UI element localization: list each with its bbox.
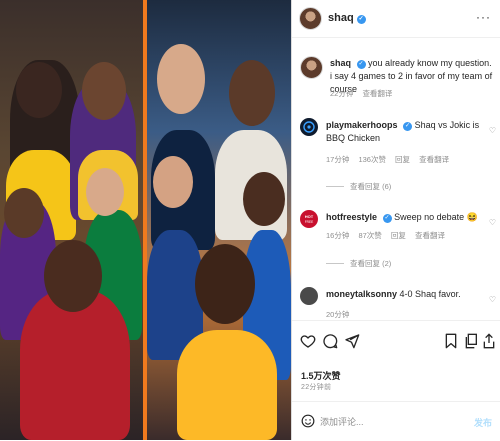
post-header: shaq ✓ ··· <box>292 0 500 38</box>
comment-translate-link[interactable]: 查看翻译 <box>415 231 445 240</box>
send-icon[interactable] <box>344 333 360 354</box>
commenter-avatar[interactable] <box>300 118 318 136</box>
view-replies-text[interactable]: 查看回复 (6) <box>350 182 391 191</box>
legends-team-artwork <box>0 0 143 440</box>
caption-translate-link[interactable]: 查看翻译 <box>362 89 392 98</box>
caption-meta: 22分钟 查看翻译 <box>330 88 399 99</box>
comment-time: 16分钟 <box>326 231 350 240</box>
comment-icon[interactable] <box>322 333 338 354</box>
comment-text-block: moneytalksonny 4-0 Shaq favor. <box>326 288 482 301</box>
comment-meta: 20分钟 <box>326 309 356 319</box>
author-username-text[interactable]: shaq <box>328 12 354 24</box>
comment-reply-link[interactable]: 回复 <box>395 155 410 164</box>
replies-line <box>326 186 344 187</box>
commenter-username[interactable]: hotfreestyle <box>326 212 377 222</box>
commenter-avatar[interactable] <box>300 287 318 305</box>
likes-count[interactable]: 1.5万次赞 <box>301 369 341 382</box>
posted-ago: 22分钟前 <box>301 384 332 391</box>
comment-like-icon[interactable]: ♡ <box>489 126 496 135</box>
comment-item: playmakerhoops ✓ Shaq vs Jokic is BBQ Ch… <box>300 118 496 194</box>
replies-line <box>326 263 344 264</box>
view-replies-link[interactable]: 查看回复 (2) <box>326 258 391 269</box>
comment-reply-link[interactable]: 回复 <box>391 231 406 240</box>
comment-time: 17分钟 <box>326 155 350 164</box>
view-replies-link[interactable]: 查看回复 (6) <box>326 181 391 192</box>
comment-meta: 17分钟 136次赞 回复 查看翻译 <box>326 154 456 165</box>
comment-likes[interactable]: 136次赞 <box>358 155 386 164</box>
modern-team-artwork <box>147 0 291 440</box>
comment-item: moneytalksonny 4-0 Shaq favor. ♡ 20分钟 <box>300 287 496 319</box>
comment-text: Sweep no debate 😆 <box>394 212 478 222</box>
comment-text: 4-0 Shaq favor. <box>399 289 461 299</box>
post-actions: 1.5万次赞 22分钟前 发布 <box>292 320 500 440</box>
comment-like-icon[interactable]: ♡ <box>489 218 496 227</box>
view-replies-text[interactable]: 查看回复 (2) <box>350 259 391 268</box>
heart-icon[interactable] <box>300 333 316 354</box>
comment-input[interactable] <box>320 414 470 430</box>
add-comment-bar: 发布 <box>292 401 500 441</box>
svg-text:HOT: HOT <box>305 214 314 219</box>
copy-icon[interactable] <box>464 333 478 354</box>
commenter-username[interactable]: moneytalksonny <box>326 289 397 299</box>
verified-icon: ✓ <box>356 60 366 69</box>
comment-time: 20分钟 <box>326 310 350 319</box>
post-detail-panel: shaq ✓ ··· shaq ✓ you already know my que… <box>291 0 500 440</box>
post-caption: shaq ✓ you already know my question. i s… <box>300 56 496 104</box>
verified-icon: ✓ <box>356 15 366 24</box>
verified-icon: ✓ <box>382 214 392 223</box>
post-comment-button[interactable]: 发布 <box>474 416 492 429</box>
verified-icon: ✓ <box>403 122 413 131</box>
comment-text-block: hotfreestyle ✓ Sweep no debate 😆 <box>326 211 482 224</box>
post-image[interactable] <box>0 0 291 440</box>
comment-like-icon[interactable]: ♡ <box>489 295 496 304</box>
caption-avatar[interactable] <box>300 56 323 79</box>
caption-time: 22分钟 <box>330 89 354 98</box>
caption-username[interactable]: shaq <box>330 58 351 68</box>
author-username[interactable]: shaq ✓ <box>328 12 366 24</box>
comment-likes[interactable]: 87次赞 <box>358 231 381 240</box>
comment-translate-link[interactable]: 查看翻译 <box>419 155 449 164</box>
emoji-icon[interactable] <box>301 414 315 433</box>
bookmark-icon[interactable] <box>444 333 458 354</box>
more-options-icon[interactable]: ··· <box>476 10 491 24</box>
share-icon[interactable] <box>483 333 495 354</box>
svg-text:FREE: FREE <box>305 220 314 224</box>
comment-text-block: playmakerhoops ✓ Shaq vs Jokic is BBQ Ch… <box>326 119 482 145</box>
commenter-avatar[interactable]: HOT FREE <box>300 210 318 228</box>
commenter-username[interactable]: playmakerhoops <box>326 120 398 130</box>
author-avatar[interactable] <box>299 7 322 30</box>
comment-item: HOT FREE hotfreestyle ✓ Sweep no debate 😆… <box>300 210 496 274</box>
comment-meta: 16分钟 87次赞 回复 查看翻译 <box>326 230 452 241</box>
